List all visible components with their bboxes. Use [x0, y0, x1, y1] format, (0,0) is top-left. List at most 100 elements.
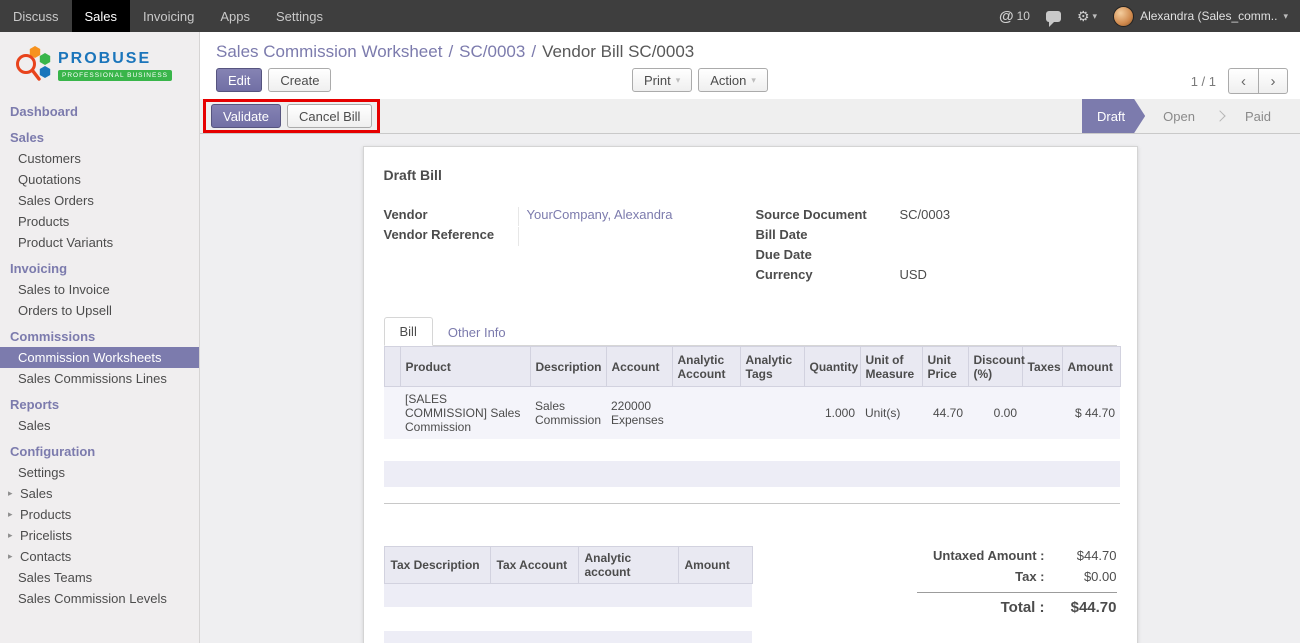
cell-quantity: 1.000	[804, 387, 860, 440]
sidebar-item-config-sales-commission-levels[interactable]: Sales Commission Levels	[0, 588, 199, 609]
sidebar-item-label: Sales Commission Levels	[18, 591, 167, 606]
sidebar-item-sales-to-invoice[interactable]: Sales to Invoice	[0, 279, 199, 300]
col-header-analytic-account[interactable]: Analytic Account	[672, 347, 740, 387]
cell-description: Sales Commission	[530, 387, 606, 440]
sidebar-item-config-sales[interactable]: ▸Sales	[0, 483, 199, 504]
avatar	[1113, 6, 1134, 27]
sidebar-heading-commissions[interactable]: Commissions	[0, 326, 199, 347]
empty-line-row	[384, 487, 1120, 503]
cancel-bill-button[interactable]: Cancel Bill	[287, 104, 372, 128]
pager-count: 1 / 1	[1191, 74, 1216, 89]
sidebar-item-orders-to-upsell[interactable]: Orders to Upsell	[0, 300, 199, 321]
activity-menu[interactable]: @ 10	[999, 8, 1030, 25]
menu-apps[interactable]: Apps	[207, 0, 263, 32]
sidebar-item-customers[interactable]: Customers	[0, 148, 199, 169]
col-header-tax-description[interactable]: Tax Description	[384, 546, 490, 583]
sidebar-heading-sales[interactable]: Sales	[0, 127, 199, 148]
menu-settings[interactable]: Settings	[263, 0, 336, 32]
bill-date-label: Bill Date	[756, 227, 900, 242]
bill-date-value	[900, 227, 1117, 244]
caret-down-icon: ▾	[676, 75, 681, 86]
user-menu[interactable]: Alexandra (Sales_comm.. ▾	[1113, 6, 1288, 27]
invoice-line-row[interactable]: [SALES COMMISSION] Sales Commission Sale…	[384, 387, 1120, 440]
menu-sales[interactable]: Sales	[72, 0, 131, 32]
main-panel: Sales Commission Worksheet/SC/0003/Vendo…	[200, 32, 1300, 643]
sidebar-item-config-products[interactable]: ▸Products	[0, 504, 199, 525]
col-header-tax-account[interactable]: Tax Account	[490, 546, 578, 583]
breadcrumb-link-worksheet[interactable]: Sales Commission Worksheet	[216, 42, 442, 61]
source-document-label: Source Document	[756, 207, 900, 222]
sidebar-item-config-sales-teams[interactable]: Sales Teams	[0, 567, 199, 588]
create-button-label: Create	[280, 73, 319, 88]
print-dropdown-button[interactable]: Print▾	[632, 68, 692, 92]
col-header-tax-amount[interactable]: Amount	[678, 546, 752, 583]
empty-line-row	[384, 461, 1120, 487]
cell-analytic-account	[672, 387, 740, 440]
tab-bill[interactable]: Bill	[384, 317, 433, 346]
action-button-label: Action	[710, 73, 746, 88]
probuse-logo[interactable]: PROBUSE PROFESSIONAL BUSINESS	[0, 32, 199, 96]
logo-hexagons-icon	[12, 44, 54, 86]
validate-button[interactable]: Validate	[211, 104, 281, 128]
create-button[interactable]: Create	[268, 68, 331, 92]
status-draft[interactable]: Draft	[1082, 99, 1145, 133]
sidebar-item-quotations[interactable]: Quotations	[0, 169, 199, 190]
sidebar-item-product-variants[interactable]: Product Variants	[0, 232, 199, 253]
messages-icon[interactable]	[1046, 11, 1061, 22]
empty-line-row	[384, 439, 1120, 461]
sidebar-heading-configuration[interactable]: Configuration	[0, 441, 199, 462]
status-paid[interactable]: Paid	[1232, 99, 1284, 133]
total-label: Total :	[1001, 599, 1045, 616]
debug-menu[interactable]: ⚙ ▾	[1077, 8, 1097, 25]
col-header-quantity[interactable]: Quantity	[804, 347, 860, 387]
sidebar-item-label: Sales	[20, 486, 53, 501]
sidebar-item-reports-sales[interactable]: Sales	[0, 415, 199, 436]
form-view-area: Draft Bill Vendor YourCompany, Alexandra…	[200, 134, 1300, 643]
handle-column-header	[384, 347, 400, 387]
col-header-taxes[interactable]: Taxes	[1022, 347, 1062, 387]
action-dropdown-button[interactable]: Action▾	[698, 68, 768, 92]
sidebar-heading-invoicing[interactable]: Invoicing	[0, 258, 199, 279]
sidebar-item-config-contacts[interactable]: ▸Contacts	[0, 546, 199, 567]
col-header-product[interactable]: Product	[400, 347, 530, 387]
breadcrumb-link-record[interactable]: SC/0003	[459, 42, 525, 61]
col-header-discount[interactable]: Discount (%)	[968, 347, 1022, 387]
tax-label: Tax :	[1015, 569, 1044, 584]
col-header-description[interactable]: Description	[530, 347, 606, 387]
empty-tax-row	[384, 607, 752, 631]
sidebar-item-config-pricelists[interactable]: ▸Pricelists	[0, 525, 199, 546]
col-header-amount[interactable]: Amount	[1062, 347, 1120, 387]
menu-invoicing[interactable]: Invoicing	[130, 0, 207, 32]
untaxed-amount-label: Untaxed Amount :	[933, 548, 1044, 563]
col-header-unit-of-measure[interactable]: Unit of Measure	[860, 347, 922, 387]
caret-down-icon: ▾	[1283, 11, 1288, 22]
sidebar-item-products[interactable]: Products	[0, 211, 199, 232]
app-menus: Discuss Sales Invoicing Apps Settings	[0, 0, 336, 32]
sidebar-heading-reports[interactable]: Reports	[0, 394, 199, 415]
col-header-account[interactable]: Account	[606, 347, 672, 387]
menu-discuss[interactable]: Discuss	[0, 0, 72, 32]
status-open[interactable]: Open	[1150, 99, 1208, 133]
pager-previous-button[interactable]: ‹	[1228, 68, 1258, 94]
sidebar-item-label: Pricelists	[20, 528, 72, 543]
sidebar-heading-dashboard[interactable]: Dashboard	[0, 101, 199, 122]
notebook-tabs: Bill Other Info	[384, 317, 1117, 346]
col-header-tax-analytic-account[interactable]: Analytic account	[578, 546, 678, 583]
col-header-unit-price[interactable]: Unit Price	[922, 347, 968, 387]
cell-handle	[384, 387, 400, 440]
col-header-analytic-tags[interactable]: Analytic Tags	[740, 347, 804, 387]
sidebar-item-sales-commissions-lines[interactable]: Sales Commissions Lines	[0, 368, 199, 389]
sidebar-item-label: Orders to Upsell	[18, 303, 112, 318]
cell-amount: $ 44.70	[1062, 387, 1120, 440]
sidebar-item-sales-orders[interactable]: Sales Orders	[0, 190, 199, 211]
sidebar-item-config-settings[interactable]: Settings	[0, 462, 199, 483]
breadcrumb-separator: /	[531, 42, 536, 61]
chevron-right-icon: ›	[1271, 73, 1276, 90]
sidebar-item-label: Product Variants	[18, 235, 113, 250]
pager-next-button[interactable]: ›	[1258, 68, 1288, 94]
tab-other-info[interactable]: Other Info	[433, 319, 521, 346]
sidebar-item-commission-worksheets[interactable]: Commission Worksheets	[0, 347, 199, 368]
edit-button[interactable]: Edit	[216, 68, 262, 92]
invoice-lines-table: Product Description Account Analytic Acc…	[384, 346, 1121, 504]
vendor-value[interactable]: YourCompany, Alexandra	[518, 207, 744, 226]
